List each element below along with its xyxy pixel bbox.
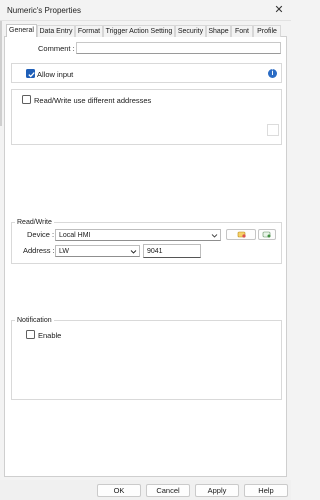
apply-button[interactable]: Apply: [195, 484, 239, 497]
tab-security[interactable]: Security: [175, 25, 206, 37]
title-bar: Numeric's Properties ✕: [0, 0, 291, 21]
device-settings-icon: [237, 231, 246, 238]
comment-label: Comment :: [38, 44, 75, 53]
read-write-different-group: Read/Write use different addresses: [11, 89, 282, 145]
read-write-group: Read/Write Device : Local HMI Address : …: [11, 218, 282, 264]
general-tab-panel: Comment : Allow input i Read/Write use d…: [4, 37, 287, 477]
address-type-select[interactable]: LW: [55, 245, 140, 257]
enable-label: Enable: [38, 331, 62, 340]
info-icon[interactable]: i: [268, 69, 277, 78]
device-value: Local HMI: [59, 231, 91, 239]
notification-group: Notification Enable: [11, 316, 282, 400]
address-label: Address :: [23, 246, 55, 255]
address-type-value: LW: [59, 247, 69, 255]
tab-data-entry[interactable]: Data Entry: [37, 25, 75, 37]
window-title: Numeric's Properties: [7, 6, 81, 15]
tab-shape[interactable]: Shape: [206, 25, 231, 37]
address-input[interactable]: 9041: [143, 244, 201, 258]
cancel-button[interactable]: Cancel: [146, 484, 190, 497]
tab-font[interactable]: Font: [231, 25, 253, 37]
check-icon: [28, 72, 35, 78]
address-value: 9041: [147, 247, 163, 255]
enable-checkbox[interactable]: [26, 330, 35, 339]
tab-trigger-action-setting[interactable]: Trigger Action Setting: [103, 25, 175, 37]
tab-bar: General Data Entry Format Trigger Action…: [4, 24, 287, 38]
help-button[interactable]: Help: [244, 484, 288, 497]
tab-format[interactable]: Format: [75, 25, 103, 37]
ok-button[interactable]: OK: [97, 484, 141, 497]
rw-different-checkbox[interactable]: [22, 95, 31, 104]
comment-input[interactable]: [76, 42, 281, 54]
placeholder-box: [267, 124, 279, 136]
notification-group-title: Notification: [15, 316, 54, 325]
allow-input-label: Allow input: [37, 70, 74, 79]
tab-profile[interactable]: Profile: [253, 25, 281, 37]
allow-input-group: Allow input i: [11, 63, 282, 83]
device-browse-icon: [262, 231, 271, 238]
close-icon[interactable]: ✕: [271, 2, 287, 18]
rw-different-label: Read/Write use different addresses: [34, 96, 152, 105]
read-write-group-title: Read/Write: [15, 218, 54, 227]
allow-input-checkbox[interactable]: [26, 69, 35, 78]
chevron-down-icon: [130, 250, 137, 254]
device-select[interactable]: Local HMI: [55, 229, 221, 241]
chevron-down-icon: [211, 234, 218, 238]
background-window-edge: [0, 21, 2, 126]
device-browse-button[interactable]: [258, 229, 276, 240]
device-label: Device :: [27, 230, 55, 239]
device-settings-button[interactable]: [226, 229, 256, 240]
tab-general[interactable]: General: [6, 24, 37, 38]
